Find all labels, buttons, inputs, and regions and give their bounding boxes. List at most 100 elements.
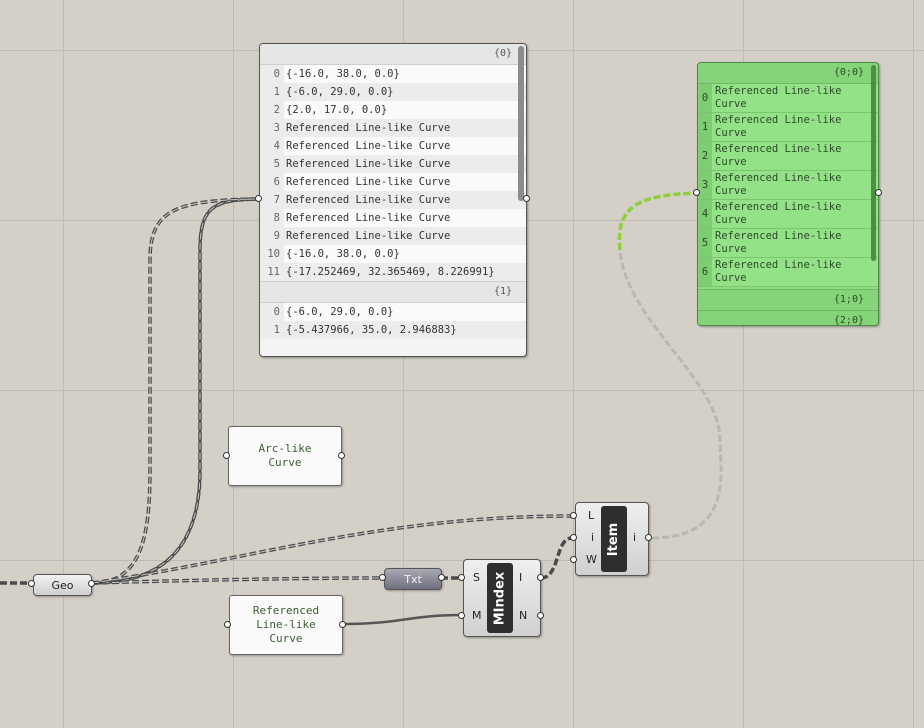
item-index: 0 bbox=[260, 303, 284, 321]
geo-param[interactable]: Geo bbox=[33, 574, 92, 596]
wire-geo-loop bbox=[91, 197, 259, 585]
item-index: 2 bbox=[260, 101, 284, 119]
list-item: 2 {2.0, 17.0, 0.0} bbox=[260, 101, 526, 119]
mindex-input-m-port[interactable] bbox=[458, 612, 465, 619]
panel-scrollbar[interactable] bbox=[871, 65, 876, 261]
branch-header: {2;0} bbox=[698, 310, 878, 325]
item-index: 11 bbox=[260, 263, 284, 281]
list-item: 4 Referenced Line-like Curve bbox=[260, 137, 526, 155]
arc-output-port[interactable] bbox=[338, 452, 345, 459]
item-index: 1 bbox=[698, 113, 712, 141]
input-i-label: i bbox=[591, 531, 595, 544]
mindex-output-i-port[interactable] bbox=[537, 574, 544, 581]
list-item: 1 {-5.437966, 35.0, 2.946883} bbox=[260, 321, 526, 339]
panel-scrollbar[interactable] bbox=[518, 46, 524, 201]
list-item-component[interactable]: L i W Item i bbox=[575, 502, 649, 576]
input-l-label: L bbox=[588, 509, 595, 522]
item-value: Referenced Line-like Curve bbox=[712, 258, 878, 286]
geo-input-port[interactable] bbox=[28, 580, 35, 587]
item-input-w-port[interactable] bbox=[570, 556, 577, 563]
param-label: Referenced Line-like Curve bbox=[252, 604, 320, 645]
list-item: 9 Referenced Line-like Curve bbox=[260, 227, 526, 245]
list-item: 4 Referenced Line-like Curve bbox=[698, 200, 878, 229]
input-m-label: M bbox=[472, 609, 482, 622]
item-value: {-16.0, 38.0, 0.0} bbox=[284, 245, 526, 263]
list-item: 11 {-17.252469, 32.365469, 8.226991} bbox=[260, 263, 526, 281]
item-value: Referenced Line-like Curve bbox=[284, 209, 526, 227]
member-index-component[interactable]: S M MIndex I N bbox=[463, 559, 541, 637]
output-panel[interactable]: {0;0} 0 Referenced Line-like Curve 1 Refere… bbox=[697, 62, 879, 326]
item-value: {-16.0, 38.0, 0.0} bbox=[284, 65, 526, 83]
line-output-port[interactable] bbox=[339, 621, 346, 628]
list-item: 8 Referenced Line-like Curve bbox=[260, 209, 526, 227]
branch-header: {1;0} bbox=[698, 289, 878, 310]
output-n-label: N bbox=[519, 609, 528, 622]
txt-param[interactable]: Txt bbox=[384, 568, 442, 590]
list-item: 1 {-6.0, 29.0, 0.0} bbox=[260, 83, 526, 101]
list-item: 2 Referenced Line-like Curve bbox=[698, 142, 878, 171]
geo-output-port[interactable] bbox=[88, 580, 95, 587]
arc-curve-param[interactable]: Arc-like Curve bbox=[228, 426, 342, 486]
item-value: Referenced Line-like Curve bbox=[712, 200, 878, 228]
line-input-port[interactable] bbox=[224, 621, 231, 628]
item-index: 6 bbox=[698, 258, 712, 286]
mindex-input-s-port[interactable] bbox=[458, 574, 465, 581]
item-index: 0 bbox=[260, 65, 284, 83]
mindex-nickname: MIndex bbox=[487, 563, 513, 633]
item-index: 1 bbox=[260, 321, 284, 339]
item-value: Referenced Line-like Curve bbox=[284, 173, 526, 191]
line-curve-param[interactable]: Referenced Line-like Curve bbox=[229, 595, 343, 655]
list-item: 7 Referenced Line-like Curve bbox=[260, 191, 526, 209]
item-index: 10 bbox=[260, 245, 284, 263]
list-item: 6 Referenced Line-like Curve bbox=[698, 258, 878, 287]
item-value: Referenced Line-like Curve bbox=[712, 113, 878, 141]
item-value: {-6.0, 29.0, 0.0} bbox=[284, 303, 526, 321]
data-panel[interactable]: {0} 0 {-16.0, 38.0, 0.0} 1 {-6.0, 29.0, 0.0… bbox=[259, 43, 527, 357]
geo-label: Geo bbox=[51, 578, 74, 592]
mindex-output-n-port[interactable] bbox=[537, 612, 544, 619]
item-nickname: Item bbox=[601, 506, 627, 572]
txt-input-port[interactable] bbox=[379, 574, 386, 581]
wire-geo-to-panel bbox=[90, 197, 260, 585]
branch-header: {0;0} bbox=[698, 63, 878, 84]
list-item: 5 Referenced Line-like Curve bbox=[698, 229, 878, 258]
list-item: 3 Referenced Line-like Curve bbox=[260, 119, 526, 137]
arc-input-port[interactable] bbox=[223, 452, 230, 459]
item-value: Referenced Line-like Curve bbox=[284, 227, 526, 245]
input-s-label: S bbox=[473, 571, 480, 584]
list-item: 0 {-16.0, 38.0, 0.0} bbox=[260, 65, 526, 83]
panel-input-port[interactable] bbox=[255, 195, 262, 202]
list-item: 1 Referenced Line-like Curve bbox=[698, 113, 878, 142]
list-item: 10 {-16.0, 38.0, 0.0} bbox=[260, 245, 526, 263]
item-value: Referenced Line-like Curve bbox=[712, 171, 878, 199]
txt-label: Txt bbox=[404, 572, 422, 586]
txt-output-port[interactable] bbox=[438, 574, 445, 581]
item-value: Referenced Line-like Curve bbox=[284, 155, 526, 173]
item-value: {-17.252469, 32.365469, 8.226991} bbox=[284, 263, 526, 281]
wire-geo-to-txt bbox=[91, 576, 384, 585]
item-index: 4 bbox=[260, 137, 284, 155]
item-value: Referenced Line-like Curve bbox=[712, 142, 878, 170]
item-input-i-port[interactable] bbox=[570, 534, 577, 541]
item-value: Referenced Line-like Curve bbox=[284, 191, 526, 209]
item-value: {-6.0, 29.0, 0.0} bbox=[284, 83, 526, 101]
item-index: 9 bbox=[260, 227, 284, 245]
item-value: Referenced Line-like Curve bbox=[284, 119, 526, 137]
item-value: {2.0, 17.0, 0.0} bbox=[284, 101, 526, 119]
item-index: 5 bbox=[698, 229, 712, 257]
item-value: Referenced Line-like Curve bbox=[712, 84, 878, 112]
item-index: 0 bbox=[698, 84, 712, 112]
branch-header: {1} bbox=[260, 281, 526, 303]
green-panel-input-port[interactable] bbox=[693, 189, 700, 196]
item-index: 1 bbox=[260, 83, 284, 101]
panel-output-port[interactable] bbox=[523, 195, 530, 202]
branch-header: {0} bbox=[260, 44, 526, 65]
item-input-l-port[interactable] bbox=[570, 512, 577, 519]
wire-line-to-mindex bbox=[343, 613, 462, 626]
item-value: {-5.437966, 35.0, 2.946883} bbox=[284, 321, 526, 339]
list-item: 0 Referenced Line-like Curve bbox=[698, 84, 878, 113]
item-index: 7 bbox=[260, 191, 284, 209]
item-output-i-port[interactable] bbox=[645, 534, 652, 541]
green-panel-output-port[interactable] bbox=[875, 189, 882, 196]
list-item: 6 Referenced Line-like Curve bbox=[260, 173, 526, 191]
